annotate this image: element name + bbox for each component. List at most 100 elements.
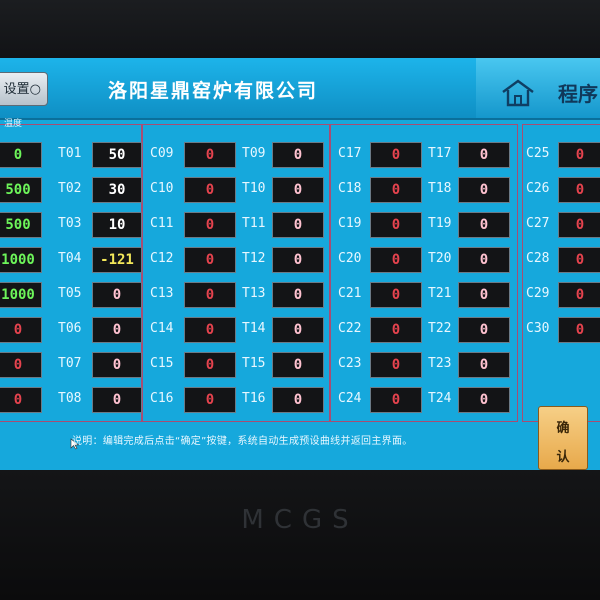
c-value-cell[interactable]: 0	[184, 247, 236, 273]
t-value-cell[interactable]: 0	[272, 317, 324, 343]
c-value-cell[interactable]: 0	[558, 317, 600, 343]
c-value-cell[interactable]: 0	[558, 282, 600, 308]
time-label: T06	[58, 321, 82, 336]
setpoint-cell[interactable]: 1000	[0, 247, 42, 273]
c-label: C25	[526, 146, 550, 161]
confirm-button[interactable]: 确 认	[538, 406, 588, 470]
time-label: T07	[58, 356, 82, 371]
setpoint-cell[interactable]: 0	[0, 142, 42, 168]
c-value-cell[interactable]: 0	[370, 247, 422, 273]
c-value-cell[interactable]: 0	[184, 317, 236, 343]
t-value-cell[interactable]: 0	[272, 142, 324, 168]
t-value-cell[interactable]: 0	[272, 387, 324, 413]
time-cell[interactable]: 0	[92, 352, 142, 378]
t-label: T21	[428, 286, 452, 301]
c-label: C13	[150, 286, 174, 301]
t-value-cell[interactable]: 0	[272, 212, 324, 238]
t-value-cell[interactable]: 0	[272, 282, 324, 308]
t-label: T13	[242, 286, 266, 301]
c-value-cell[interactable]: 0	[558, 212, 600, 238]
program-nav-label[interactable]: 程序	[558, 78, 598, 107]
t-label: T10	[242, 181, 266, 196]
setpoint-cell[interactable]: 500	[0, 212, 42, 238]
c-label: C12	[150, 251, 174, 266]
home-icon[interactable]	[500, 78, 536, 108]
t-value-cell[interactable]: 0	[272, 352, 324, 378]
t-label: T23	[428, 356, 452, 371]
t-label: T09	[242, 146, 266, 161]
setpoint-cell[interactable]: 0	[0, 352, 42, 378]
bezel-bottom	[0, 470, 600, 600]
c-value-cell[interactable]: 0	[558, 247, 600, 273]
c-value-cell[interactable]: 0	[558, 177, 600, 203]
c-value-cell[interactable]: 0	[370, 317, 422, 343]
c-label: C17	[338, 146, 362, 161]
t-label: T19	[428, 216, 452, 231]
c-value-cell[interactable]: 0	[184, 387, 236, 413]
instruction-note: 说明：编辑完成后点击“确定”按键，系统自动生成预设曲线并返回主界面。	[72, 436, 413, 447]
t-value-cell[interactable]: 0	[458, 212, 510, 238]
time-label: T01	[58, 146, 82, 161]
group-frame-4	[522, 124, 600, 422]
c-value-cell[interactable]: 0	[184, 212, 236, 238]
c-label: C30	[526, 321, 550, 336]
time-cell[interactable]: 0	[92, 317, 142, 343]
t-label: T18	[428, 181, 452, 196]
t-value-cell[interactable]: 0	[272, 247, 324, 273]
c-value-cell[interactable]: 0	[370, 142, 422, 168]
c-value-cell[interactable]: 0	[184, 352, 236, 378]
t-value-cell[interactable]: 0	[458, 387, 510, 413]
time-label: T05	[58, 286, 82, 301]
c-label: C10	[150, 181, 174, 196]
c-value-cell[interactable]: 0	[184, 142, 236, 168]
t-label: T16	[242, 391, 266, 406]
c-label: C28	[526, 251, 550, 266]
t-value-cell[interactable]: 0	[458, 352, 510, 378]
c-label: C27	[526, 216, 550, 231]
c-value-cell[interactable]: 0	[370, 212, 422, 238]
c-value-cell[interactable]: 0	[370, 282, 422, 308]
c-value-cell[interactable]: 0	[184, 177, 236, 203]
time-cell[interactable]: 50	[92, 142, 142, 168]
time-cell[interactable]: 10	[92, 212, 142, 238]
t-label: T17	[428, 146, 452, 161]
t-label: T11	[242, 216, 266, 231]
t-value-cell[interactable]: 0	[458, 317, 510, 343]
t-value-cell[interactable]: 0	[458, 247, 510, 273]
t-value-cell[interactable]: 0	[272, 177, 324, 203]
c-value-cell[interactable]: 0	[184, 282, 236, 308]
time-cell[interactable]: 30	[92, 177, 142, 203]
c-label: C15	[150, 356, 174, 371]
group-label: 温度	[4, 119, 23, 129]
time-cell[interactable]: 0	[92, 387, 142, 413]
t-value-cell[interactable]: 0	[458, 282, 510, 308]
setpoint-cell[interactable]: 1000	[0, 282, 42, 308]
confirm-button-line1: 确	[556, 421, 570, 436]
time-cell[interactable]: 0	[92, 282, 142, 308]
t-value-cell[interactable]: 0	[458, 177, 510, 203]
t-value-cell[interactable]: 0	[458, 142, 510, 168]
setpoint-cell[interactable]: 500	[0, 177, 42, 203]
c-label: C29	[526, 286, 550, 301]
setpoint-cell[interactable]: 0	[0, 387, 42, 413]
settings-button[interactable]: 设置○	[0, 72, 48, 106]
c-label: C26	[526, 181, 550, 196]
company-title: 洛阳星鼎窑炉有限公司	[108, 80, 319, 102]
c-value-cell[interactable]: 0	[370, 177, 422, 203]
hmi-screen: 设置○ 洛阳星鼎窑炉有限公司 程序 温度 0 T01 50 C09 0 T09 0 C17 0 T…	[0, 58, 600, 470]
c-value-cell[interactable]: 0	[370, 352, 422, 378]
setpoint-cell[interactable]: 0	[0, 317, 42, 343]
bezel-top	[0, 0, 600, 58]
t-label: T12	[242, 251, 266, 266]
time-label: T04	[58, 251, 82, 266]
time-cell[interactable]: -121	[92, 247, 142, 273]
brand-logo: MCGS	[241, 505, 359, 535]
c-value-cell[interactable]: 0	[370, 387, 422, 413]
t-label: T24	[428, 391, 452, 406]
c-label: C14	[150, 321, 174, 336]
c-label: C21	[338, 286, 362, 301]
c-label: C16	[150, 391, 174, 406]
t-label: T14	[242, 321, 266, 336]
c-value-cell[interactable]: 0	[558, 142, 600, 168]
c-label: C20	[338, 251, 362, 266]
